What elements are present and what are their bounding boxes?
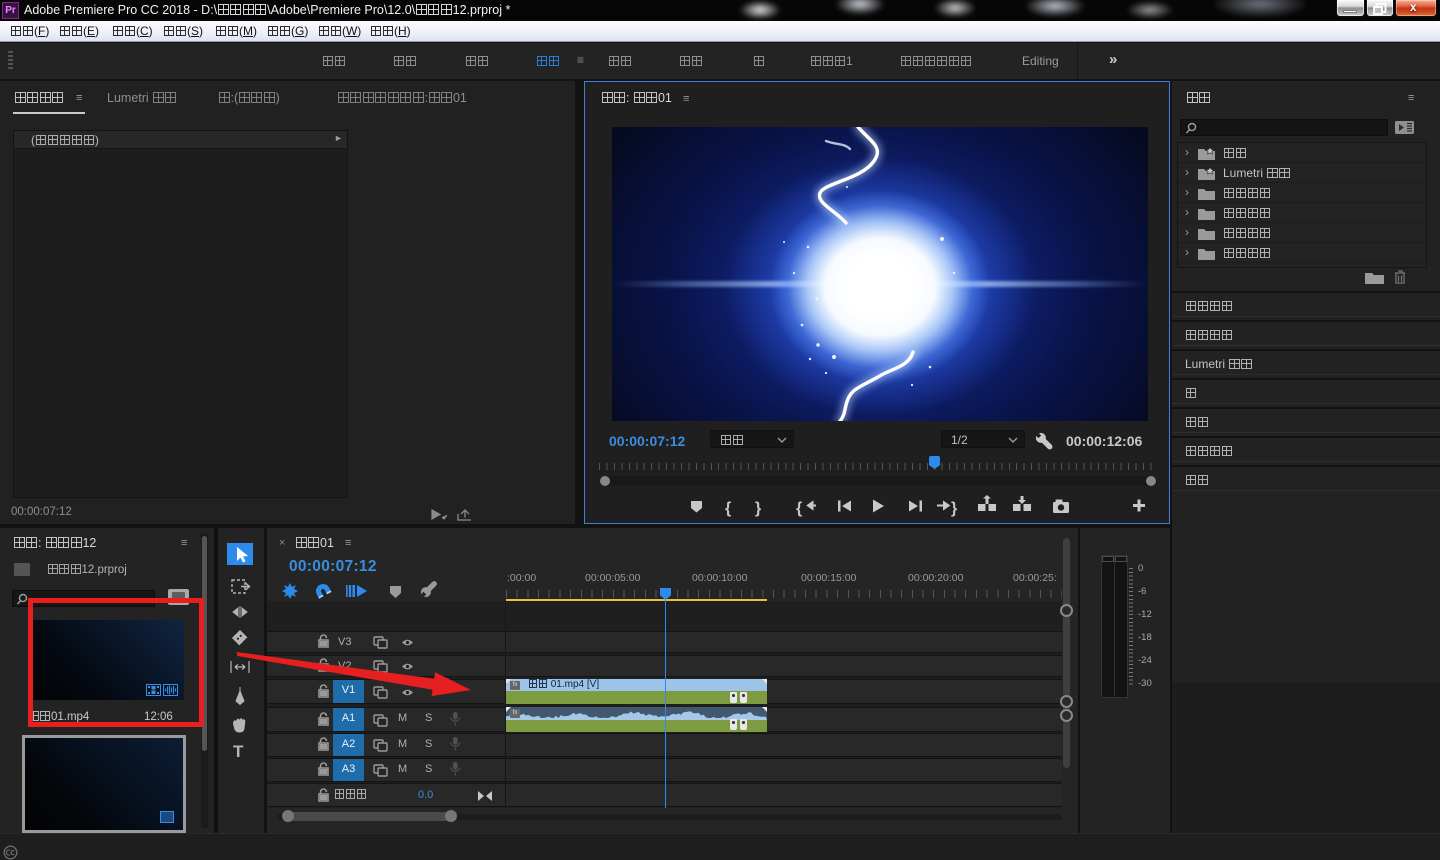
svg-text:}: }	[755, 500, 761, 517]
svg-text:{: {	[725, 500, 731, 517]
svg-text:{: {	[796, 500, 802, 517]
svg-text:}: }	[951, 500, 957, 517]
svg-text:T: T	[233, 742, 244, 761]
